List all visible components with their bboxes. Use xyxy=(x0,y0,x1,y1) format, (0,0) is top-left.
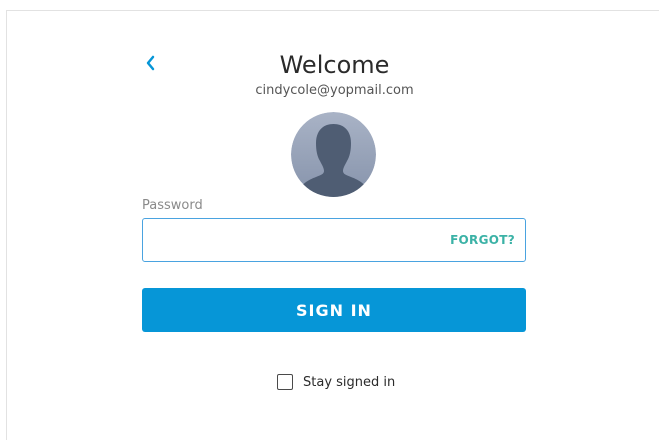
avatar xyxy=(291,112,376,197)
password-field-container: FORGOT? xyxy=(142,218,526,262)
sign-in-button[interactable]: SIGN IN xyxy=(142,288,526,332)
stay-signed-in-label[interactable]: Stay signed in xyxy=(303,375,395,390)
password-label: Password xyxy=(142,198,203,213)
forgot-password-link[interactable]: FORGOT? xyxy=(450,233,515,247)
account-email: cindycole@yopmail.com xyxy=(255,83,414,98)
page-title: Welcome xyxy=(279,51,390,79)
password-input[interactable] xyxy=(143,219,443,261)
stay-signed-in-checkbox[interactable] xyxy=(277,374,293,390)
user-avatar-icon xyxy=(291,112,376,197)
stay-signed-in[interactable]: Stay signed in xyxy=(277,372,395,392)
